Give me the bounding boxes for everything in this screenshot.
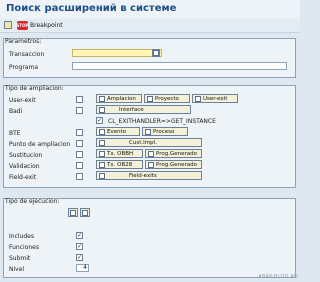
field-exits-label: Field-exits [129,172,157,179]
tx-obbh-icon [99,150,105,157]
execute-icon [4,21,12,29]
proceso-icon [145,128,151,135]
application-toolbar: STOP Breakpoint [0,19,300,33]
tx-ob28-icon [99,161,105,168]
checkbox-sustitucion[interactable] [76,151,83,158]
checkbox-includes[interactable]: ✓ [76,232,83,239]
programa-field[interactable] [72,62,287,70]
checkbox-funciones[interactable]: ✓ [76,243,83,250]
checkbox-validacion[interactable] [76,162,83,169]
tx-obbh-label: Tx. OBBH [107,150,134,157]
deselect-all-icon [82,209,88,216]
checkbox-bte[interactable] [76,129,83,136]
checkbox-cl-exithandler[interactable]: ✓ [96,117,103,124]
window-title: Поиск расширений в системе [6,3,177,14]
parameters-frame: Parametros: Transaccion Programa [3,38,296,78]
prog-generado-1-icon [148,150,154,157]
cust-impl-label: Cust.Impl. [129,139,157,146]
programa-label: Programa [9,64,38,71]
checkbox-badi[interactable] [76,107,83,114]
prog-generado-2-button[interactable]: Prog.Generado [145,160,202,169]
prog-generado-2-label: Prog.Generado [156,161,197,168]
tipo-ejecucion-frame: Tipo de ejecucion: Includes ✓ Funciones … [3,198,296,278]
select-all-icon [70,209,76,216]
watermark: ABAP-BLOG.RU [258,274,298,280]
value-help-button[interactable] [152,49,160,57]
value-help-icon [153,50,159,56]
prog-generado-1-button[interactable]: Prog.Generado [145,149,202,158]
parameters-title: Parametros: [5,38,42,45]
stop-icon: STOP [16,20,29,30]
tx-ob28-button[interactable]: Tx. OB28 [96,160,143,169]
row-label-badi: Badi [9,108,23,115]
row-label-field-exit: Field-exit [9,174,37,181]
userexit-button[interactable]: User-exit [192,94,238,103]
row-label-user-exit: User-exit [9,97,36,104]
row-label-bte: BTE [9,130,21,137]
cust-impl-icon [99,139,105,146]
interface-label: Interface [119,106,144,113]
proyecto-icon [147,95,153,102]
cust-impl-button[interactable]: Cust.Impl. [96,138,202,147]
tipo-ampliacion-frame: Tipo de ampliacion: User-exit Amplacion … [3,85,296,188]
select-all-button[interactable] [68,208,78,217]
evento-label: Evento [107,128,127,135]
userexit-label: User-exit [203,95,228,102]
checkbox-field-exit[interactable] [76,173,83,180]
transaccion-field[interactable] [72,49,162,57]
execute-button[interactable] [4,20,12,30]
tx-ob28-label: Tx. OB28 [107,161,133,168]
nivel-label: Nivel [9,266,25,273]
row-label-funciones: Funciones [9,244,39,251]
row-label-sustitucion: Sustitucion [9,152,43,159]
prog-generado-1-label: Prog.Generado [156,150,197,157]
nivel-field[interactable]: 4 [76,264,89,272]
tipo-ampliacion-title: Tipo de ampliacion: [5,85,64,92]
breakpoint-label: Breakpoint [30,21,63,29]
prog-generado-2-icon [148,161,154,168]
row-label-punto: Punto de ampliacion [9,141,71,148]
amplacion-label: Amplacion [107,95,136,102]
checkbox-submit[interactable]: ✓ [76,254,83,261]
interface-icon [99,106,105,113]
checkbox-punto[interactable] [76,140,83,147]
proyecto-label: Proyecto [155,95,179,102]
amplacion-button[interactable]: Amplacion [96,94,142,103]
breakpoint-button[interactable]: STOP Breakpoint [17,20,63,30]
row-label-submit: Submit [9,255,31,262]
evento-button[interactable]: Evento [96,127,140,136]
evento-icon [99,128,105,135]
deselect-all-button[interactable] [80,208,90,217]
proceso-button[interactable]: Proceso [142,127,188,136]
title-bar: Поиск расширений в системе [0,0,300,20]
interface-button[interactable]: Interface [96,105,191,114]
proyecto-button[interactable]: Proyecto [144,94,190,103]
tipo-ejecucion-title: Tipo de ejecucion: [5,198,60,205]
row-label-includes: Includes [9,233,34,240]
cl-exithandler-label: CL_EXITHANDLER=>GET_INSTANCE [108,118,216,125]
checkbox-user-exit[interactable] [76,96,83,103]
userexit-icon [195,95,201,102]
tx-obbh-button[interactable]: Tx. OBBH [96,149,143,158]
transaccion-label: Transaccion [9,51,45,58]
row-label-validacion: Validacion [9,163,40,170]
field-exits-icon [99,172,105,179]
proceso-label: Proceso [153,128,175,135]
field-exits-button[interactable]: Field-exits [96,171,202,180]
amplacion-icon [99,95,105,102]
